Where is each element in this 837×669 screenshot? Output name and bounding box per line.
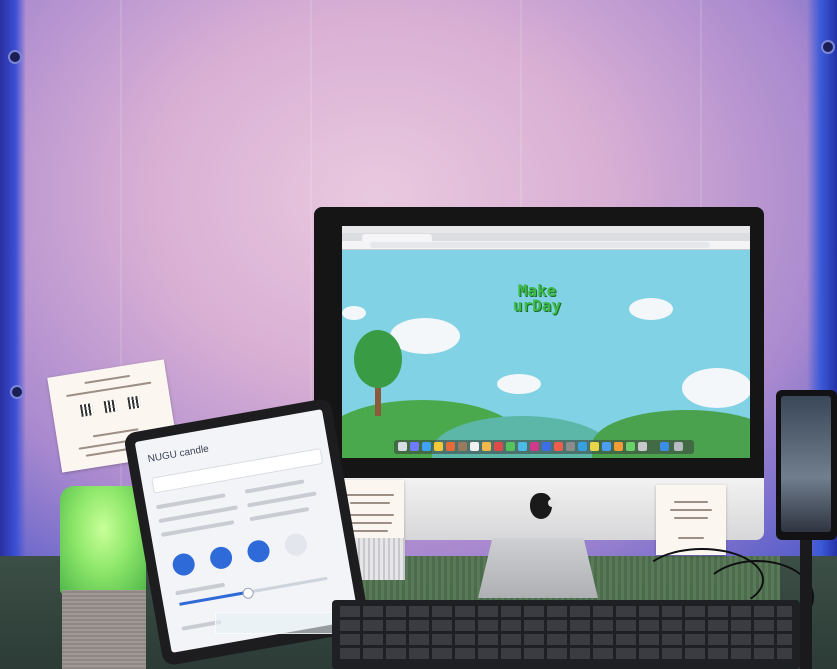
app-icon[interactable] <box>614 442 623 451</box>
cloud <box>497 374 541 394</box>
chrome-icon[interactable] <box>434 442 443 451</box>
app-icon[interactable] <box>566 442 575 451</box>
key-row <box>340 634 792 645</box>
imac-screen: Make urDay <box>342 226 750 458</box>
photo-scene: Make urDay NUGU candle <box>0 0 837 669</box>
tablet-mode-button[interactable] <box>170 551 197 578</box>
tablet-mode-button[interactable] <box>245 538 272 565</box>
app-icon[interactable] <box>482 442 491 451</box>
tablet-slider-knob[interactable] <box>241 586 255 600</box>
app-icon[interactable] <box>578 442 587 451</box>
card-text-line <box>674 517 708 519</box>
finder-icon[interactable] <box>398 442 407 451</box>
card-text-line <box>346 514 394 516</box>
tablet-slider-fill <box>179 591 247 606</box>
qr-code <box>103 399 118 414</box>
app-icon[interactable] <box>554 442 563 451</box>
app-icon[interactable] <box>494 442 503 451</box>
card-text-line <box>348 522 392 524</box>
app-icon[interactable] <box>542 442 551 451</box>
tablet-mode-button[interactable] <box>208 545 234 571</box>
rig-bolt <box>10 385 24 399</box>
curtain-fold <box>120 0 122 560</box>
smartphone <box>776 390 837 540</box>
app-icon[interactable] <box>602 442 611 451</box>
tablet-app-row <box>249 506 310 522</box>
app-icon[interactable] <box>530 442 539 451</box>
tree-canopy <box>354 330 402 388</box>
app-icon[interactable] <box>638 442 647 451</box>
browser-tab-strip <box>342 233 750 241</box>
app-icon[interactable] <box>446 442 455 451</box>
info-card <box>656 485 726 555</box>
card-text-line <box>670 509 712 511</box>
qr-code <box>79 403 94 417</box>
card-text-line <box>84 374 131 385</box>
browser-tab[interactable] <box>362 234 432 241</box>
app-icon[interactable] <box>590 442 599 451</box>
cloud <box>682 368 750 408</box>
tablet-slider[interactable] <box>179 576 328 606</box>
mac-menubar <box>342 226 750 233</box>
rig-bolt <box>8 50 22 64</box>
rig-bolt <box>821 40 835 54</box>
qr-code <box>127 395 142 410</box>
tablet-app-header: NUGU candle <box>146 443 210 466</box>
app-title-line2: urDay <box>512 296 562 315</box>
launchpad-icon[interactable] <box>410 442 419 451</box>
cloud <box>342 306 366 320</box>
phone-screen <box>781 396 831 532</box>
tablet-mode-button[interactable] <box>283 531 309 558</box>
card-text-line <box>674 501 708 503</box>
web-app-canvas: Make urDay <box>342 250 750 458</box>
app-icon[interactable] <box>626 442 635 451</box>
mac-dock <box>394 440 694 454</box>
tablet-app-row <box>175 582 226 596</box>
imac-stand <box>478 538 598 598</box>
app-title: Make urDay <box>497 283 577 315</box>
card-text-line <box>346 494 394 496</box>
safari-icon[interactable] <box>422 442 431 451</box>
trash-icon[interactable] <box>674 442 683 451</box>
tablet-app-row <box>247 491 317 508</box>
app-icon[interactable] <box>506 442 515 451</box>
browser-toolbar <box>342 241 750 250</box>
nugu-candle-speaker-base <box>62 590 146 669</box>
app-icon[interactable] <box>470 442 479 451</box>
card-text-line <box>678 537 704 539</box>
tablet-app-row <box>244 479 305 494</box>
card-text-line <box>352 530 388 532</box>
key-row <box>340 648 792 659</box>
key-row <box>340 606 792 617</box>
apple-logo-icon <box>530 493 556 519</box>
tablet-app-row <box>160 520 235 537</box>
cloud <box>629 298 673 320</box>
key-row <box>340 620 792 631</box>
app-icon[interactable] <box>518 442 527 451</box>
app-icon[interactable] <box>458 442 467 451</box>
nugu-candle-speaker-light <box>60 486 146 594</box>
phone-stand <box>800 540 812 669</box>
keyboard <box>332 600 800 669</box>
card-text-line <box>350 502 390 504</box>
tablet-app-row <box>155 493 226 510</box>
downloads-icon[interactable] <box>660 442 669 451</box>
tablet-stand <box>215 612 337 634</box>
url-bar[interactable] <box>370 242 710 248</box>
